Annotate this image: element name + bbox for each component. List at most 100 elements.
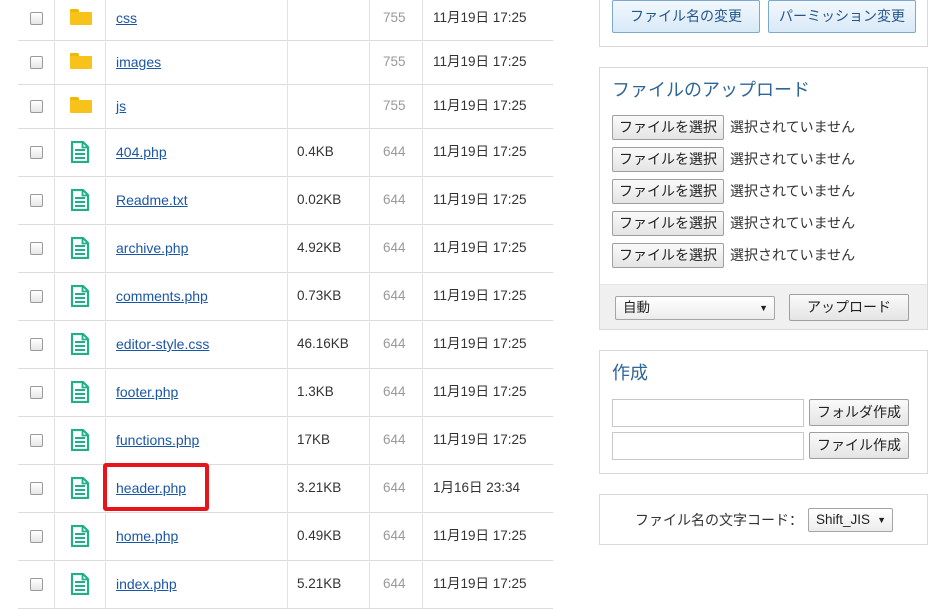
file-permission: 644 (383, 288, 406, 303)
choose-file-button[interactable]: ファイルを選択 (612, 115, 724, 140)
row-checkbox[interactable] (30, 386, 43, 399)
file-row[interactable]: js 755 11月19日 17:25 (18, 84, 553, 129)
row-checkbox[interactable] (30, 242, 43, 255)
file-row[interactable]: functions.php 17KB 644 11月19日 17:25 (18, 416, 553, 465)
name-cell: footer.php (105, 368, 288, 416)
icon-cell (54, 128, 106, 176)
no-file-label: 選択されていません (730, 183, 856, 199)
no-file-label: 選択されていません (730, 119, 856, 135)
file-date: 11月19日 17:25 (433, 336, 527, 351)
row-checkbox[interactable] (30, 338, 43, 351)
file-row[interactable]: css 755 11月19日 17:25 (18, 0, 553, 41)
choose-file-button[interactable]: ファイルを選択 (612, 211, 724, 236)
row-checkbox[interactable] (30, 12, 43, 25)
size-cell: 17KB (287, 416, 370, 464)
no-file-label: 選択されていません (730, 215, 856, 231)
file-row[interactable]: footer.php 1.3KB 644 11月19日 17:25 (18, 368, 553, 417)
file-date: 11月19日 17:25 (433, 144, 527, 159)
file-name-link[interactable]: 404.php (116, 143, 167, 161)
file-name-link[interactable]: editor-style.css (116, 335, 209, 353)
permission-cell: 644 (369, 512, 423, 560)
upload-slot: ファイルを選択 選択されていません (612, 147, 922, 172)
file-name-link[interactable]: footer.php (116, 383, 178, 401)
row-checkbox[interactable] (30, 56, 43, 69)
document-icon (70, 189, 90, 211)
choose-file-button[interactable]: ファイルを選択 (612, 147, 724, 172)
folder-name-input[interactable] (612, 399, 804, 427)
permission-cell: 644 (369, 560, 423, 608)
document-icon (70, 573, 90, 595)
folder-icon (70, 53, 92, 69)
checkbox-cell (18, 272, 54, 320)
row-checkbox[interactable] (30, 100, 43, 113)
create-file-button[interactable]: ファイル作成 (809, 432, 909, 459)
file-row[interactable]: comments.php 0.73KB 644 11月19日 17:25 (18, 272, 553, 321)
file-name-link[interactable]: archive.php (116, 239, 188, 257)
file-size: 3.21KB (297, 480, 342, 495)
file-name-link[interactable]: functions.php (116, 431, 199, 449)
checkbox-cell (18, 512, 54, 560)
permission-cell: 644 (369, 368, 423, 416)
document-icon (70, 141, 90, 163)
upload-mode-select[interactable]: 自動 ▼ (615, 296, 775, 320)
permission-cell: 755 (369, 40, 423, 84)
file-name-input[interactable] (612, 432, 804, 460)
row-checkbox[interactable] (30, 290, 43, 303)
file-name-link[interactable]: header.php (116, 479, 186, 497)
row-checkbox[interactable] (30, 146, 43, 159)
rename-button[interactable]: ファイル名の変更 (612, 0, 760, 33)
icon-cell (54, 272, 106, 320)
file-name-link[interactable]: js (116, 97, 126, 115)
icon-cell (54, 176, 106, 224)
file-row[interactable]: index.php 5.21KB 644 11月19日 17:25 (18, 560, 553, 609)
icon-cell (54, 512, 106, 560)
file-name-link[interactable]: css (116, 9, 137, 27)
file-size: 0.4KB (297, 144, 334, 159)
permission-cell: 644 (369, 128, 423, 176)
size-cell (287, 40, 370, 84)
row-checkbox[interactable] (30, 530, 43, 543)
file-name-link[interactable]: Readme.txt (116, 191, 188, 209)
upload-submit-button[interactable]: アップロード (789, 294, 909, 321)
choose-file-button[interactable]: ファイルを選択 (612, 179, 724, 204)
file-row[interactable]: Readme.txt 0.02KB 644 11月19日 17:25 (18, 176, 553, 225)
upload-slot: ファイルを選択 選択されていません (612, 115, 922, 140)
file-name-link[interactable]: index.php (116, 575, 177, 593)
checkbox-cell (18, 40, 54, 84)
upload-slot: ファイルを選択 選択されていません (612, 243, 922, 268)
permission-cell: 644 (369, 320, 423, 368)
date-cell: 1月16日 23:34 (422, 464, 554, 512)
row-checkbox[interactable] (30, 434, 43, 447)
permission-button[interactable]: パーミッション変更 (768, 0, 916, 33)
file-name-link[interactable]: images (116, 53, 161, 71)
row-checkbox[interactable] (30, 482, 43, 495)
encoding-select[interactable]: Shift_JIS ▼ (808, 508, 893, 532)
choose-file-button[interactable]: ファイルを選択 (612, 243, 724, 268)
action-buttons-panel: ファイル名の変更 パーミッション変更 (599, 0, 928, 47)
file-date: 1月16日 23:34 (433, 480, 521, 495)
checkbox-cell (18, 224, 54, 272)
date-cell: 11月19日 17:25 (422, 368, 554, 416)
file-date: 11月19日 17:25 (433, 432, 527, 447)
file-row[interactable]: header.php 3.21KB 644 1月16日 23:34 (18, 464, 553, 513)
chevron-down-icon: ▼ (759, 303, 768, 313)
file-name-link[interactable]: comments.php (116, 287, 208, 305)
size-cell (287, 84, 370, 128)
file-row[interactable]: images 755 11月19日 17:25 (18, 40, 553, 85)
file-row[interactable]: home.php 0.49KB 644 11月19日 17:25 (18, 512, 553, 561)
name-cell: css (105, 0, 288, 40)
file-row[interactable]: 404.php 0.4KB 644 11月19日 17:25 (18, 128, 553, 177)
icon-cell (54, 40, 106, 84)
file-row[interactable]: editor-style.css 46.16KB 644 11月19日 17:25 (18, 320, 553, 369)
name-cell: header.php (105, 464, 288, 512)
file-name-link[interactable]: home.php (116, 527, 178, 545)
document-icon (70, 333, 90, 355)
icon-cell (54, 416, 106, 464)
file-row[interactable]: archive.php 4.92KB 644 11月19日 17:25 (18, 224, 553, 273)
permission-cell: 644 (369, 272, 423, 320)
create-folder-button[interactable]: フォルダ作成 (809, 399, 909, 426)
checkbox-cell (18, 416, 54, 464)
row-checkbox[interactable] (30, 194, 43, 207)
size-cell: 0.49KB (287, 512, 370, 560)
row-checkbox[interactable] (30, 578, 43, 591)
